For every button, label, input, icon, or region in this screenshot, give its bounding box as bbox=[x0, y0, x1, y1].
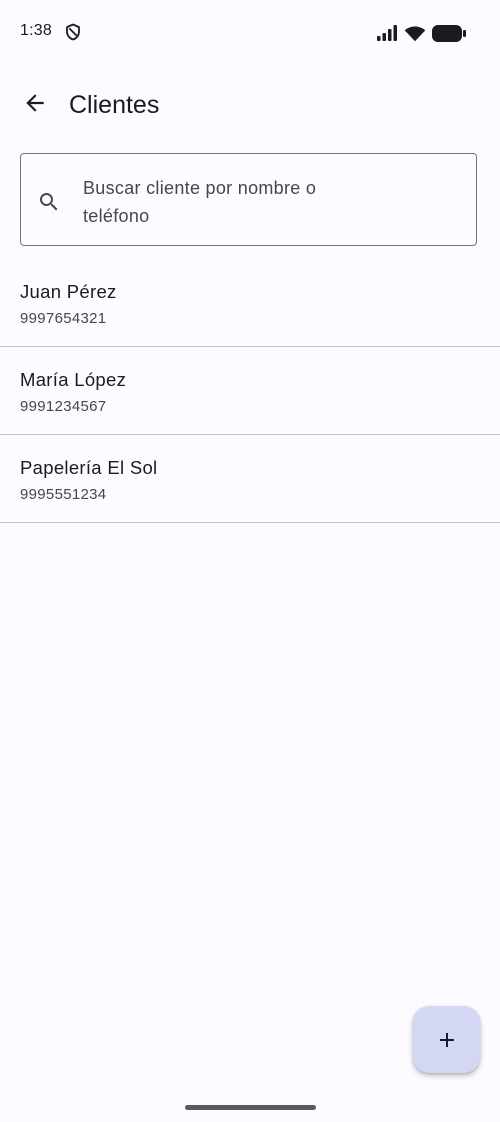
client-item[interactable]: Papelería El Sol 9995551234 bbox=[0, 435, 500, 523]
status-time: 1:38 bbox=[20, 22, 52, 39]
back-button[interactable] bbox=[14, 82, 56, 124]
shield-icon bbox=[66, 23, 80, 41]
client-list: Juan Pérez 9997654321 María López 999123… bbox=[0, 259, 500, 523]
client-phone: 9995551234 bbox=[20, 486, 107, 503]
status-bar: 1:38 bbox=[0, 0, 500, 66]
arrow-back-icon bbox=[26, 94, 44, 112]
battery-icon bbox=[432, 24, 466, 42]
client-name: María López bbox=[20, 369, 127, 390]
client-item[interactable]: María López 9991234567 bbox=[0, 347, 500, 435]
status-icons bbox=[377, 24, 466, 42]
wifi-icon bbox=[404, 26, 426, 41]
page-title: Clientes bbox=[69, 91, 160, 119]
search-input[interactable] bbox=[83, 174, 383, 230]
client-name: Juan Pérez bbox=[20, 281, 117, 302]
client-phone: 9991234567 bbox=[20, 398, 107, 415]
add-client-button[interactable] bbox=[413, 1006, 480, 1073]
app-bar: Clientes bbox=[0, 66, 500, 142]
search-field[interactable] bbox=[20, 153, 477, 246]
search-icon bbox=[40, 193, 58, 211]
client-name: Papelería El Sol bbox=[20, 457, 158, 478]
client-phone: 9997654321 bbox=[20, 310, 107, 327]
client-item[interactable]: Juan Pérez 9997654321 bbox=[0, 259, 500, 347]
signal-icon bbox=[377, 25, 397, 41]
add-icon bbox=[439, 1032, 454, 1047]
gesture-nav-handle[interactable] bbox=[185, 1105, 316, 1110]
